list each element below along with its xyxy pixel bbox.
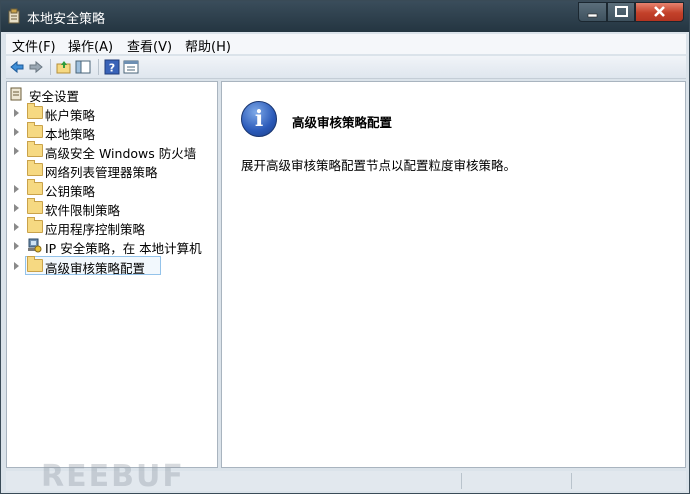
back-arrow-icon[interactable] [9, 59, 25, 75]
menu-help[interactable]: 帮助(H) [185, 36, 231, 55]
tree-item-label: 网络列表管理器策略 [45, 165, 158, 180]
svg-text:?: ? [109, 62, 115, 75]
policy-folder-icon [27, 122, 43, 138]
expand-arrow-icon[interactable] [14, 109, 19, 117]
tree-item-label: 帐户策略 [45, 108, 96, 123]
expand-arrow-icon[interactable] [14, 204, 19, 212]
toolbar-separator [98, 59, 99, 75]
watermark: REEBUF [41, 459, 185, 494]
toolbar-separator [50, 59, 51, 75]
security-settings-icon [10, 87, 22, 101]
detail-heading: 高级审核策略配置 [292, 115, 393, 130]
folder-icon [27, 256, 43, 272]
tree-item-label: 高级审核策略配置 [45, 261, 146, 276]
maximize-icon [615, 6, 628, 17]
expand-arrow-icon[interactable] [14, 223, 19, 231]
detail-pane: i 高级审核策略配置 展开高级审核策略配置节点以配置粒度审核策略。 [221, 81, 686, 468]
up-folder-icon[interactable] [56, 59, 72, 75]
expand-arrow-icon[interactable] [14, 242, 19, 250]
policy-folder-icon [27, 103, 43, 119]
close-button[interactable] [635, 2, 684, 22]
folder-icon [27, 141, 43, 157]
help-icon[interactable]: ? [104, 59, 120, 75]
status-separator [461, 473, 462, 489]
tree-item-label: 本地策略 [45, 127, 96, 142]
window-title: 本地安全策略 [27, 12, 106, 27]
forward-arrow-icon[interactable] [28, 59, 44, 75]
tree-item-label: 高级安全 Windows 防火墙 [45, 146, 197, 161]
security-policy-icon [8, 8, 20, 24]
close-icon [654, 6, 665, 17]
expand-arrow-icon[interactable] [14, 185, 19, 193]
properties-icon[interactable] [123, 59, 139, 75]
tree-root-label: 安全设置 [29, 89, 80, 104]
tree-item-label: 软件限制策略 [45, 203, 121, 218]
detail-description: 展开高级审核策略配置节点以配置粒度审核策略。 [241, 158, 517, 173]
tree-pane: 安全设置 帐户策略 本地策略 高级安全 Windows 防火墙 网络列表管理器策… [6, 81, 218, 468]
folder-icon [27, 217, 43, 233]
tree-item-label: 公钥策略 [45, 184, 96, 199]
folder-icon [27, 160, 43, 176]
ip-security-icon [28, 238, 42, 253]
folder-icon [27, 198, 43, 214]
minimize-icon [587, 13, 598, 18]
expand-arrow-icon[interactable] [14, 262, 19, 270]
info-icon: i [241, 101, 277, 137]
minimize-button[interactable] [578, 2, 607, 22]
status-separator [571, 473, 572, 489]
expand-arrow-icon[interactable] [14, 128, 19, 136]
toolbar: ? [6, 56, 686, 79]
tree-item-advanced-audit[interactable]: 高级审核策略配置 [14, 256, 161, 276]
folder-icon [27, 179, 43, 195]
menu-file[interactable]: 文件(F) [12, 36, 56, 55]
menu-bar: 文件(F) 操作(A) 查看(V) 帮助(H) [6, 34, 686, 55]
app-window: 本地安全策略 文件(F) 操作(A) 查看(V) 帮助(H) ? 安全设置 帐户… [0, 0, 690, 494]
menu-view[interactable]: 查看(V) [127, 36, 172, 55]
title-bar[interactable]: 本地安全策略 [1, 1, 689, 32]
maximize-button[interactable] [607, 2, 635, 22]
tree-item-label: IP 安全策略，在 本地计算机 [45, 241, 202, 256]
tree-item-label: 应用程序控制策略 [45, 222, 146, 237]
menu-action[interactable]: 操作(A) [68, 36, 113, 55]
show-hide-tree-icon[interactable] [75, 59, 91, 75]
expand-arrow-icon[interactable] [14, 147, 19, 155]
